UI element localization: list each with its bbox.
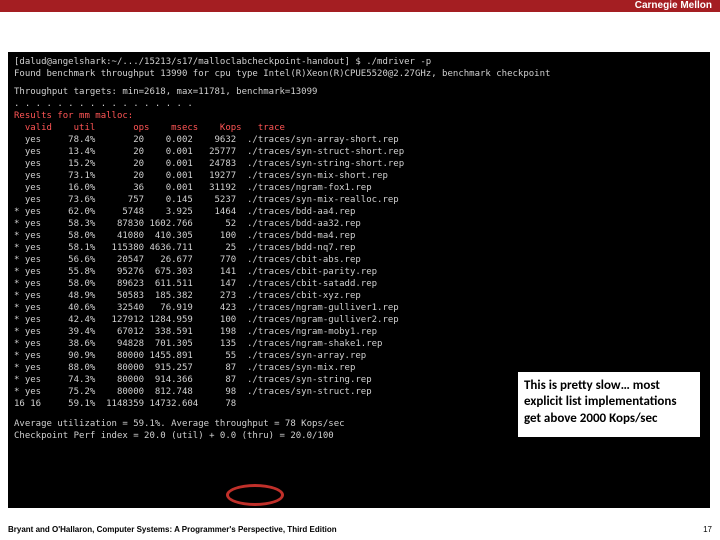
table-row: yes 73.1% 20 0.001 19277 ./traces/syn-mi…: [14, 170, 704, 182]
footer-citation: Bryant and O'Hallaron, Computer Systems:…: [8, 525, 337, 534]
table-row: * yes 42.4% 127912 1284.959 100 ./traces…: [14, 314, 704, 326]
page-number: 17: [703, 525, 712, 534]
dots-line: . . . . . . . . . . . . . . . . .: [14, 98, 704, 110]
table-row: * yes 62.0% 5748 3.925 1464 ./traces/bdd…: [14, 206, 704, 218]
table-row: * yes 90.9% 80000 1455.891 55 ./traces/s…: [14, 350, 704, 362]
columns-header: valid util ops msecs Kops trace: [14, 122, 704, 134]
table-row: * yes 58.3% 87830 1602.766 52 ./traces/b…: [14, 218, 704, 230]
highlight-circle: [226, 484, 284, 506]
table-row: * yes 48.9% 50583 185.382 273 ./traces/c…: [14, 290, 704, 302]
table-row: * yes 55.8% 95276 675.303 141 ./traces/c…: [14, 266, 704, 278]
table-row: * yes 40.6% 32540 76.919 423 ./traces/ng…: [14, 302, 704, 314]
table-row: * yes 38.6% 94828 701.305 135 ./traces/n…: [14, 338, 704, 350]
table-row: yes 78.4% 20 0.002 9632 ./traces/syn-arr…: [14, 134, 704, 146]
brand-label: Carnegie Mellon: [635, 0, 712, 12]
table-row: yes 73.6% 757 0.145 5237 ./traces/syn-mi…: [14, 194, 704, 206]
table-row: yes 16.0% 36 0.001 31192 ./traces/ngram-…: [14, 182, 704, 194]
results-rows: yes 78.4% 20 0.002 9632 ./traces/syn-arr…: [14, 134, 704, 410]
results-header: Results for mm malloc:: [14, 110, 704, 122]
header-bar: Carnegie Mellon: [0, 0, 720, 12]
table-row: yes 15.2% 20 0.001 24783 ./traces/syn-st…: [14, 158, 704, 170]
prompt-line: [dalud@angelshark:~/.../15213/s17/malloc…: [14, 56, 704, 68]
annotation-note: This is pretty slow… most explicit list …: [518, 372, 700, 437]
found-line: Found benchmark throughput 13990 for cpu…: [14, 68, 704, 80]
table-row: * yes 56.6% 20547 26.677 770 ./traces/cb…: [14, 254, 704, 266]
table-row: yes 13.4% 20 0.001 25777 ./traces/syn-st…: [14, 146, 704, 158]
table-row: * yes 58.0% 41080 410.305 100 ./traces/b…: [14, 230, 704, 242]
table-row: * yes 58.0% 89623 611.511 147 ./traces/c…: [14, 278, 704, 290]
table-row: * yes 39.4% 67012 338.591 198 ./traces/n…: [14, 326, 704, 338]
footer: Bryant and O'Hallaron, Computer Systems:…: [8, 525, 712, 534]
table-row: * yes 58.1% 115380 4636.711 25 ./traces/…: [14, 242, 704, 254]
terminal-block: [dalud@angelshark:~/.../15213/s17/malloc…: [8, 52, 710, 508]
targets-line: Throughput targets: min=2618, max=11781,…: [14, 86, 704, 98]
